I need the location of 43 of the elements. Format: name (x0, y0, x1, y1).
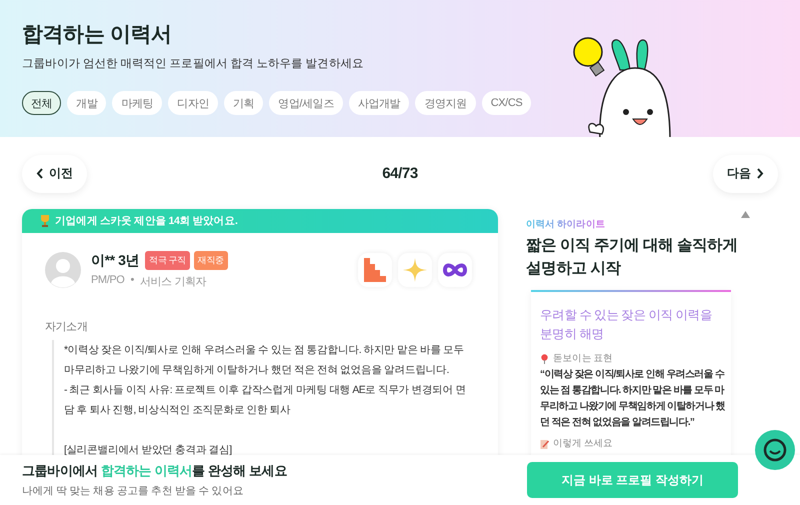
category-tab[interactable]: 기획 (224, 91, 264, 115)
category-tab[interactable]: 전체 (22, 91, 62, 115)
memo-icon (540, 438, 549, 448)
status-tag: 적극 구직 (145, 251, 190, 270)
category-tab[interactable]: 사업개발 (348, 91, 410, 115)
highlight-label: 이력서 하이라이트 (526, 218, 606, 231)
next-button[interactable]: 다음 (712, 154, 778, 192)
section-label: 자기소개 (45, 320, 88, 334)
category-tab[interactable]: 디자인 (168, 91, 218, 115)
highlight-heading: 우려할 수 있는 잦은 이직 이력을 분명히 해명 (540, 307, 713, 343)
chevron-left-icon (36, 168, 44, 179)
stairs-icon (358, 253, 392, 287)
quote-text: “이력상 잦은 이직/퇴사로 인해 우려스러울 수 있는 점 통감합니다. 하지만 맡은 바를 모두 마무리하고 나왔기에 무책임하게 이탈하거나 했던 적은 전혀 없었음을 알려드립니다.” (540, 368, 725, 430)
category-tab[interactable]: CX/CS (482, 91, 532, 115)
category-tab[interactable]: 영업/세일즈 (269, 91, 343, 115)
trophy-icon (40, 215, 50, 227)
bottom-bar-title: 그룹바이에서 합격하는 이력서를 완성해 보세요 (22, 462, 287, 480)
category-tab[interactable]: 개발 (67, 91, 106, 115)
scroll-up-arrow-icon (741, 211, 750, 218)
chevron-right-icon (756, 168, 764, 179)
intro-text: - 최근 회사들 이직 사유: 프로젝트 이후 갑작스럽게 마케팅 대행 AE로 직무가 변경되어 면담 후 퇴사 진행, 비상식적인 조직문화로 인한 퇴사 (64, 383, 467, 418)
candidate-role: PM/PO (91, 274, 124, 288)
highlight-title: 짧은 이직 주기에 대해 솔직하게 설명하고 시작 (526, 236, 738, 279)
section-label: 돋보이는 표현 (553, 352, 613, 365)
page-subtitle: 그룹바이가 엄선한 매력적인 프로필에서 합격 노하우를 발견하세요 (22, 57, 365, 71)
pin-icon (540, 354, 549, 364)
category-tab[interactable]: 마케팅 (112, 91, 162, 115)
separator-dot: • (130, 274, 134, 288)
candidate-name: 이** 3년 (91, 252, 140, 270)
avatar-placeholder-icon (45, 252, 81, 288)
banner-text: 기업에게 스카웃 제안을 14회 받았어요. (55, 214, 238, 228)
sparkle-icon (398, 253, 432, 287)
candidate-job: 서비스 기획자 (140, 275, 206, 289)
previous-button[interactable]: 이전 (22, 154, 87, 192)
status-tag: 재직중 (194, 251, 228, 270)
page-title: 합격하는 이력서 (22, 22, 173, 48)
section-label: 이렇게 쓰세요 (553, 437, 613, 450)
infinity-icon (438, 253, 472, 287)
page-counter: 64/73 (382, 165, 418, 182)
category-tab[interactable]: 경영지원 (415, 91, 476, 115)
bottom-bar-subtitle: 나에게 딱 맞는 채용 공고를 추천 받을 수 있어요 (22, 484, 245, 498)
intro-text: [실리콘밸리에서 받았던 충격과 결심] (64, 443, 233, 458)
intro-text: *이력상 잦은 이직/퇴사로 인해 우려스러울 수 있는 점 통감합니다. 하지만 맡은 바를 모두 마무리하고 나왔기에 무책임하게 이탈하거나 했던 적은 전혀 없었음을 알려드립니다. (64, 343, 465, 378)
